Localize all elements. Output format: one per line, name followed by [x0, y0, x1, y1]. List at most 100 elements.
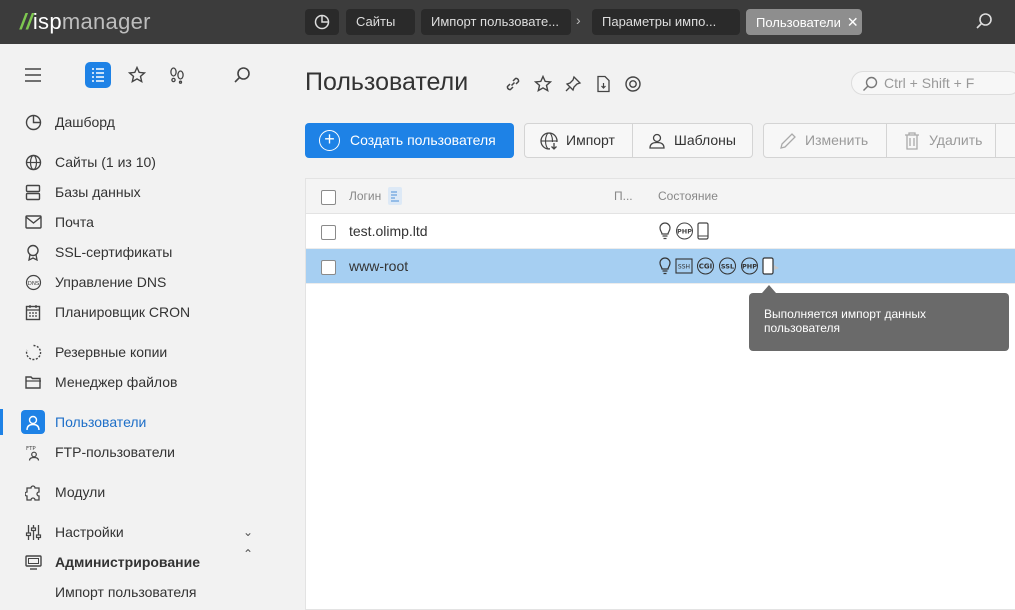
edit-delete-group: Изменить Удалить [763, 123, 1015, 158]
sidebar-item-label: Резервные копии [55, 344, 168, 360]
svg-text:SSL: SSL [721, 263, 734, 271]
breadcrumb-import-params[interactable]: Параметры импо... [592, 9, 740, 35]
breadcrumb-sites[interactable]: Сайты [346, 9, 415, 35]
sidebar-item-databases[interactable]: Базы данных [0, 179, 275, 205]
row-status: PHP [658, 222, 709, 240]
search-input[interactable]: Ctrl + Shift + F [851, 71, 1015, 95]
create-user-button[interactable]: + Создать пользователя [305, 123, 514, 158]
global-search-button[interactable] [975, 12, 993, 35]
row-status: SSH CGI SSL PHP [658, 257, 782, 275]
cgi-icon: CGI [696, 257, 715, 275]
svg-text:CGI: CGI [699, 263, 713, 271]
favorites-button[interactable] [124, 62, 150, 88]
divider [886, 124, 887, 157]
sidebar-item-dashboard[interactable]: Дашборд [0, 109, 275, 135]
delete-button[interactable]: Удалить [888, 124, 994, 157]
calendar-icon [24, 303, 42, 321]
title-actions [502, 74, 643, 94]
ftp-icon: FTP [24, 443, 42, 461]
sidebar-item-ssl[interactable]: SSL-сертификаты [0, 239, 275, 265]
pin-icon[interactable] [562, 74, 583, 94]
sidebar-item-label: Базы данных [55, 184, 141, 200]
sidebar-item-cron[interactable]: Планировщик CRON [0, 299, 275, 325]
import-button[interactable]: Импорт [525, 124, 632, 157]
sliders-icon [24, 523, 42, 541]
column-header-p[interactable]: П... [614, 189, 633, 203]
sidebar-item-file-manager[interactable]: Менеджер файлов [0, 369, 275, 395]
sidebar-item-dns[interactable]: DNS Управление DNS [0, 269, 275, 295]
chevron-down-icon[interactable]: ⌄ [243, 525, 253, 539]
user-icon [21, 410, 45, 434]
search-placeholder: Ctrl + Shift + F [884, 75, 975, 91]
hamburger-icon [25, 68, 41, 82]
php-icon: PHP [740, 257, 759, 275]
sidebar-item-label: Администрирование [55, 554, 200, 570]
star-icon [128, 66, 146, 84]
sidebar-item-label: Модули [55, 484, 106, 500]
backup-icon [24, 343, 42, 361]
link-icon[interactable] [502, 74, 523, 94]
import-label: Импорт [566, 132, 615, 148]
import-status-tooltip: Выполняется импорт данных пользователя [749, 285, 1009, 351]
table-row[interactable]: www-root SSH CGI SSL PHP [306, 249, 1015, 284]
column-header-status[interactable]: Состояние [658, 189, 718, 203]
divider [995, 124, 996, 157]
sidebar-item-modules[interactable]: Модули [0, 479, 275, 505]
sidebar-item-sites[interactable]: Сайты (1 из 10) [0, 149, 275, 175]
top-bar: //ispmanager Сайты Импорт пользовате... … [0, 0, 1015, 44]
row-checkbox[interactable] [321, 260, 336, 275]
dashboard-breadcrumb-button[interactable] [305, 9, 339, 35]
table-row[interactable]: test.olimp.ltd PHP [306, 214, 1015, 249]
help-icon[interactable] [622, 74, 643, 94]
bulb-icon [658, 222, 672, 240]
folder-icon [24, 373, 42, 391]
edit-label: Изменить [805, 132, 869, 148]
export-icon[interactable] [592, 74, 613, 94]
svg-text:PHP: PHP [742, 263, 757, 271]
php-icon: PHP [675, 222, 694, 240]
breadcrumb-users[interactable]: Пользователи ✕ [746, 9, 862, 35]
menu-search-button[interactable] [229, 62, 255, 88]
globe-icon [24, 153, 42, 171]
sidebar-item-label: Планировщик CRON [55, 304, 191, 320]
breadcrumb-separator-icon: › [576, 12, 581, 28]
breadcrumb-import-user[interactable]: Импорт пользовате... [421, 9, 571, 35]
templates-button[interactable]: Шаблоны [633, 124, 752, 157]
sidebar-item-label: FTP-пользователи [55, 444, 175, 460]
select-all-checkbox[interactable] [321, 190, 336, 205]
svg-text:SSH: SSH [678, 264, 690, 271]
sidebar-item-users[interactable]: Пользователи [0, 409, 275, 435]
list-icon [92, 68, 104, 82]
column-header-login[interactable]: Логин [349, 189, 381, 203]
sidebar-item-mail[interactable]: Почта [0, 209, 275, 235]
sidebar: Дашборд Сайты (1 из 10) Базы данных Почт… [0, 44, 275, 610]
breadcrumb-users-label: Пользователи [756, 15, 841, 30]
sidebar-item-settings[interactable]: Настройки ⌄ [0, 519, 275, 545]
sidebar-item-label: Дашборд [55, 114, 115, 130]
row-checkbox[interactable] [321, 225, 336, 240]
sidebar-item-label: Управление DNS [55, 274, 167, 290]
menu-list-view-button[interactable] [85, 62, 111, 88]
device-icon [697, 222, 709, 240]
logo[interactable]: //ispmanager [20, 9, 151, 35]
search-icon [234, 67, 250, 83]
edit-button[interactable]: Изменить [764, 124, 885, 157]
sidebar-item-administration[interactable]: Администрирование ⌃ [0, 547, 275, 575]
sidebar-item-import-user[interactable]: Импорт пользователя [0, 579, 275, 605]
import-progress-icon[interactable] [762, 257, 782, 275]
sidebar-item-ftp-users[interactable]: FTP FTP-пользователи [0, 439, 275, 465]
menu-toggle-button[interactable] [20, 62, 46, 88]
recent-button[interactable] [164, 62, 190, 88]
mail-icon [24, 213, 42, 231]
dns-icon: DNS [24, 273, 42, 291]
create-user-label: Создать пользователя [350, 132, 496, 148]
sidebar-item-backups[interactable]: Резервные копии [0, 339, 275, 365]
templates-label: Шаблоны [674, 132, 736, 148]
page-title: Пользователи [305, 68, 469, 96]
star-icon[interactable] [532, 74, 553, 94]
bulb-icon [658, 257, 672, 275]
chevron-up-icon[interactable]: ⌃ [243, 547, 253, 561]
close-icon[interactable]: ✕ [847, 14, 859, 30]
sidebar-item-label: Импорт пользователя [55, 584, 197, 600]
sort-icon[interactable] [388, 187, 402, 205]
